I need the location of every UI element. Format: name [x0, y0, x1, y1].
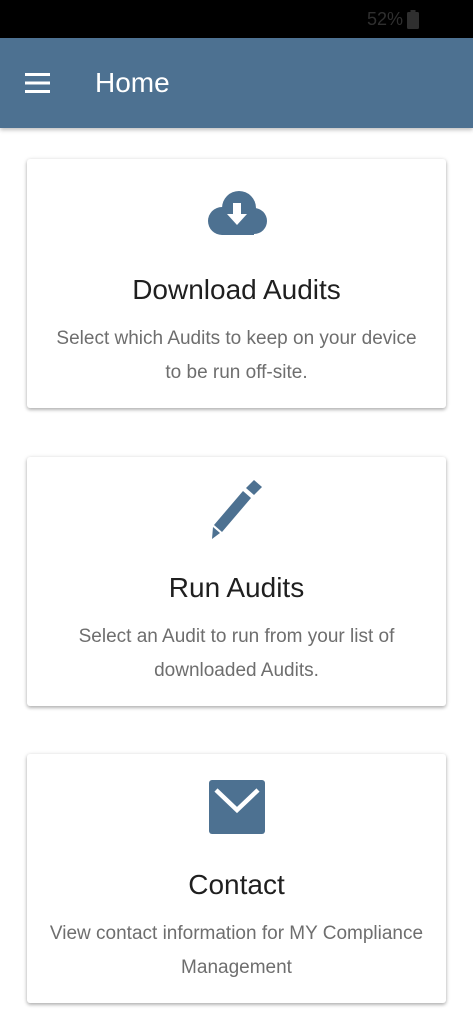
battery-icon	[407, 9, 419, 29]
contact-icon-wrap	[27, 772, 446, 842]
card-title: Download Audits	[132, 274, 341, 305]
battery-status: 52%	[367, 9, 419, 29]
download-audits-card[interactable]: Download Audits Select which Audits to k…	[27, 159, 446, 408]
card-title: Contact	[188, 869, 285, 900]
card-description: View contact information for MY Complian…	[49, 923, 424, 978]
cloud-download-icon	[207, 191, 267, 235]
envelope-icon	[208, 780, 265, 834]
download-audits-icon-wrap	[27, 177, 446, 247]
hamburger-menu-icon	[24, 73, 50, 93]
card-description: Select an Audit to run from your list of…	[78, 626, 395, 681]
contact-card[interactable]: Contact View contact information for MY …	[27, 754, 446, 1003]
battery-percentage: 52%	[366, 9, 403, 29]
status-bar: 52%	[0, 0, 473, 38]
run-audits-card[interactable]: Run Audits Select an Audit to run from y…	[27, 457, 446, 706]
page-title: Home	[95, 67, 170, 98]
card-description: Select which Audits to keep on your devi…	[56, 328, 417, 383]
run-audits-icon-wrap	[27, 475, 446, 545]
menu-button[interactable]	[13, 60, 61, 106]
app-bar: Home	[0, 38, 473, 128]
pencil-icon	[211, 480, 262, 539]
card-title: Run Audits	[168, 572, 305, 603]
